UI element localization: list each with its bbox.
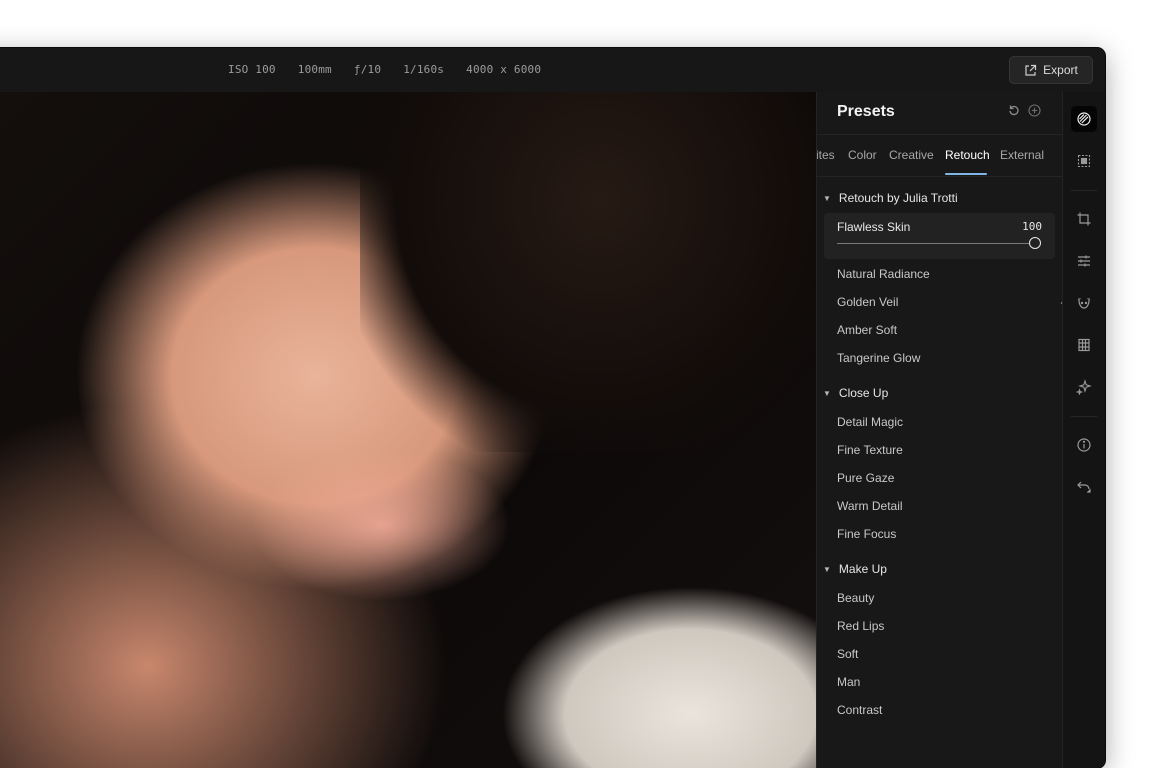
ai-sparkle-icon[interactable] [1071,374,1097,400]
group-header-make-up[interactable]: ▼ Make Up [823,562,887,576]
toolbar-divider [1071,416,1097,417]
exif-aperture: ƒ/10 [353,63,382,76]
group-title: Close Up [838,386,889,400]
list-item[interactable]: Man [837,675,860,689]
active-tab-indicator [945,173,987,175]
info-icon[interactable] [1071,432,1097,458]
exif-iso: ISO 100 [228,63,276,76]
list-item[interactable]: Tangerine Glow [837,351,920,365]
crop-icon[interactable] [1071,206,1097,232]
preset-amount-slider-thumb[interactable] [1029,237,1041,249]
mask-select-icon[interactable] [1071,148,1097,174]
tab-creative[interactable]: Creative [889,148,934,162]
list-item[interactable]: Pure Gaze [837,471,894,485]
list-item[interactable]: Beauty [837,591,874,605]
list-item[interactable]: Amber Soft [837,323,897,337]
photo-canvas[interactable] [0,92,816,768]
caret-down-icon: ▼ [823,564,831,574]
selected-preset-name: Flawless Skin [837,220,911,234]
tab-external[interactable]: External [1000,148,1044,162]
exif-shutter: 1/160s [403,63,445,76]
export-label: Export [1043,63,1078,77]
group-title: Retouch by Julia Trotti [838,191,958,205]
list-item[interactable]: Fine Focus [837,527,896,541]
list-item[interactable]: Red Lips [837,619,884,633]
selected-preset-card[interactable]: Flawless Skin 100 [824,213,1055,259]
undo-icon[interactable] [1071,474,1097,500]
tab-color[interactable]: Color [848,148,877,162]
list-item[interactable]: Natural Radiance [837,267,930,281]
list-item[interactable]: Contrast [837,703,882,717]
exif-info: ISO 100 100mm ƒ/10 1/160s 4000 x 6000 [228,63,563,76]
panel-header: Presets [817,92,1063,135]
list-item[interactable]: Fine Texture [837,443,903,457]
preset-list: ▼ Retouch by Julia Trotti Flawless Skin … [817,176,1063,768]
preset-tabs: ites Color Creative Retouch External [817,134,1063,177]
presets-panel: Presets ites Color Creative Retouch Exte… [816,92,1063,768]
top-bar: ISO 100 100mm ƒ/10 1/160s 4000 x 6000 Ex… [0,48,1105,93]
photo-image [360,92,816,452]
exif-dimensions: 4000 x 6000 [466,63,542,76]
list-item[interactable]: Warm Detail [837,499,903,513]
caret-down-icon: ▼ [823,193,831,203]
preset-amount-slider[interactable] [837,243,1035,244]
face-retouch-icon[interactable] [1071,290,1097,316]
tab-favorites[interactable]: ites [817,148,835,162]
tool-sidebar [1062,92,1105,768]
list-item[interactable]: Soft [837,647,858,661]
list-item[interactable]: Detail Magic [837,415,903,429]
reset-icon[interactable] [1006,104,1022,120]
group-header-close-up[interactable]: ▼ Close Up [823,386,888,400]
export-icon [1025,64,1037,76]
group-title: Make Up [838,562,887,576]
presets-icon[interactable] [1071,106,1097,132]
caret-down-icon: ▼ [823,388,831,398]
app-window: ISO 100 100mm ƒ/10 1/160s 4000 x 6000 Ex… [0,48,1105,768]
export-button[interactable]: Export [1009,56,1093,84]
toolbar-divider [1071,190,1097,191]
add-preset-icon[interactable] [1026,104,1042,120]
layers-icon[interactable] [1071,332,1097,358]
tab-retouch[interactable]: Retouch [945,148,990,162]
adjustments-icon[interactable] [1071,248,1097,274]
group-header-retouch-by-julia-trotti[interactable]: ▼ Retouch by Julia Trotti [823,191,958,205]
list-item[interactable]: Golden Veil [837,295,898,309]
exif-focal-length: 100mm [297,63,332,76]
preset-amount-value: 100 [1022,220,1042,233]
panel-title: Presets [837,103,895,120]
